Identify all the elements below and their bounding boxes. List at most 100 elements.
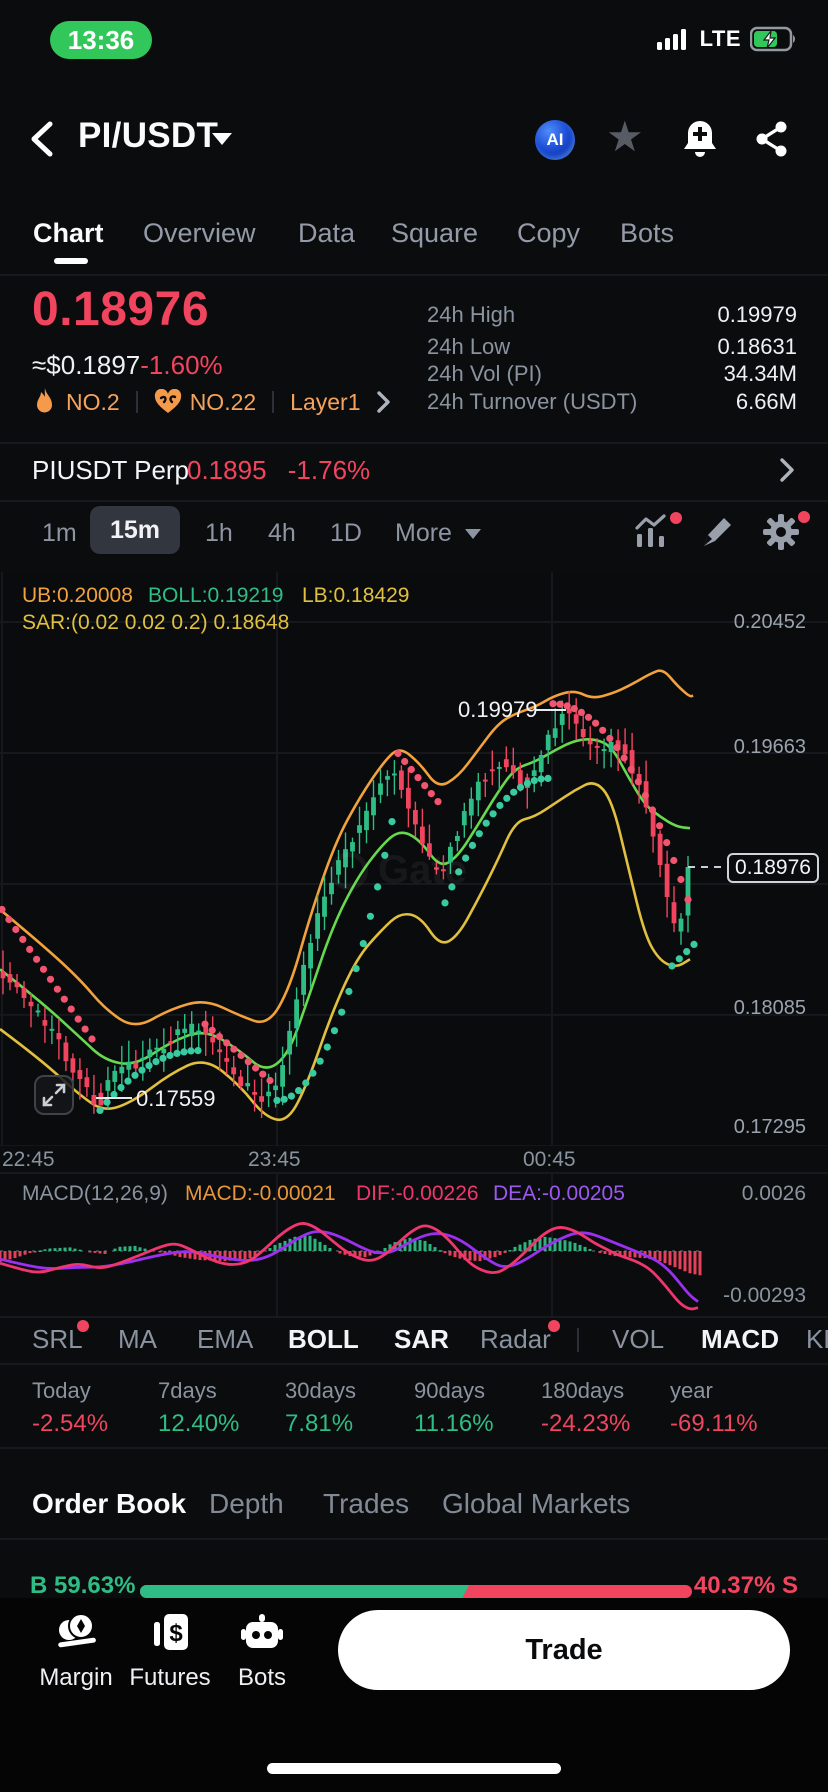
perf-value-180d: -24.23% bbox=[541, 1410, 631, 1437]
settings-notification-dot bbox=[798, 511, 810, 523]
macd-axis-top: 0.0026 bbox=[741, 1182, 806, 1205]
macd-value: MACD:-0.00021 bbox=[185, 1182, 336, 1205]
perp-price: 0.1895 bbox=[187, 455, 267, 485]
battery-charging-icon bbox=[750, 26, 795, 52]
hot-flame-icon bbox=[37, 388, 52, 413]
indicator-tab-ma[interactable]: MA bbox=[118, 1324, 157, 1355]
perf-value-today: -2.54% bbox=[32, 1410, 109, 1437]
tab-overview[interactable]: Overview bbox=[143, 218, 256, 249]
nav-bots[interactable]: Bots bbox=[217, 1612, 307, 1692]
buy-sell-ratio-bar bbox=[140, 1585, 692, 1598]
trades-tab[interactable]: Trades bbox=[323, 1488, 409, 1520]
stat-label: 24h Vol (PI) bbox=[427, 361, 542, 386]
orderbook-tab[interactable]: Order Book bbox=[32, 1488, 186, 1520]
expand-chart-button[interactable] bbox=[34, 1075, 74, 1115]
dea-value: DEA:-0.00205 bbox=[493, 1182, 625, 1205]
boll-mid-value: BOLL:0.19219 bbox=[148, 584, 284, 607]
buy-ratio-text: B 59.63% bbox=[30, 1572, 136, 1599]
status-right-cluster: LTE bbox=[656, 26, 798, 52]
chart-settings-gear-icon[interactable] bbox=[762, 513, 800, 551]
x-axis-time: 00:45 bbox=[523, 1148, 576, 1171]
margin-coins-icon bbox=[58, 1613, 96, 1648]
perf-value-7d: 12.40% bbox=[158, 1410, 240, 1437]
tf-4h[interactable]: 4h bbox=[268, 519, 296, 548]
tf-1m[interactable]: 1m bbox=[42, 519, 77, 548]
perp-contract-link[interactable]: PIUSDT Perp bbox=[32, 455, 189, 486]
price-sub-line: ≈$0.1897-1.60% bbox=[32, 350, 223, 381]
indicator-tab-radar[interactable]: Radar bbox=[480, 1324, 551, 1355]
global-markets-tab[interactable]: Global Markets bbox=[442, 1488, 630, 1520]
perp-change: -1.76% bbox=[287, 455, 371, 485]
perp-quote: 0.1895 -1.76% bbox=[187, 455, 370, 486]
usd-approx: ≈$0.1897 bbox=[32, 350, 141, 380]
like-heart-icon bbox=[154, 389, 181, 413]
macd-title[interactable]: MACD(12,26,9) bbox=[22, 1182, 168, 1206]
like-rank-label: NO.22 bbox=[189, 388, 257, 415]
y-axis-label: 0.17295 bbox=[733, 1116, 806, 1138]
change-24h: -1.60% bbox=[140, 350, 223, 380]
hot-rank-label: NO.2 bbox=[66, 388, 120, 415]
perf-label-7d: 7days bbox=[158, 1378, 217, 1403]
tf-1h[interactable]: 1h bbox=[205, 519, 233, 548]
macd-axis-bottom: -0.00293 bbox=[723, 1284, 806, 1307]
share-icon[interactable] bbox=[750, 117, 794, 161]
stat-value: 0.18631 bbox=[717, 334, 797, 359]
trade-button[interactable]: Trade bbox=[338, 1610, 790, 1690]
category-label: Layer1 bbox=[290, 388, 361, 415]
watermark-text: Gate bbox=[378, 848, 467, 892]
pair-dropdown-caret-icon[interactable] bbox=[212, 133, 232, 145]
perf-value-30d: 7.81% bbox=[285, 1410, 354, 1437]
more-caret-icon bbox=[464, 529, 481, 540]
badges-chevron-right-icon bbox=[376, 391, 390, 413]
stat-label: 24h High bbox=[427, 302, 516, 327]
back-button[interactable] bbox=[24, 118, 64, 160]
indicator-tab-sar[interactable]: SAR bbox=[394, 1324, 449, 1355]
tf-more-dropdown[interactable]: More bbox=[395, 519, 481, 548]
srl-dot bbox=[77, 1320, 89, 1332]
nav-label: Margin bbox=[39, 1664, 113, 1691]
nav-futures[interactable]: $ Futures bbox=[125, 1612, 215, 1692]
tab-bots[interactable]: Bots bbox=[620, 218, 674, 249]
indicators-icon[interactable] bbox=[634, 514, 672, 550]
x-axis-time: 22:45 bbox=[2, 1148, 55, 1171]
indicator-tab-vol[interactable]: VOL bbox=[612, 1324, 664, 1355]
stat-label: 24h Low bbox=[427, 334, 511, 359]
indicator-tab-boll[interactable]: BOLL bbox=[288, 1324, 359, 1355]
stat-row-low: 24h Low 0.18631 bbox=[427, 334, 797, 360]
tf-1d[interactable]: 1D bbox=[330, 519, 362, 548]
buy-ratio-fill bbox=[140, 1585, 469, 1598]
page-title-pair[interactable]: PI/USDT bbox=[78, 116, 218, 156]
boll-upper-value: UB:0.20008 bbox=[22, 584, 133, 607]
nav-margin[interactable]: Margin bbox=[31, 1612, 121, 1692]
tab-copy[interactable]: Copy bbox=[517, 218, 580, 249]
network-type-label: LTE bbox=[699, 26, 741, 51]
y-axis-label: 0.19663 bbox=[733, 736, 806, 758]
indicator-tab-macd[interactable]: MACD bbox=[701, 1324, 779, 1355]
rank-badges-row[interactable]: NO.2 NO.22 Layer1 bbox=[32, 388, 393, 416]
favorite-star-icon[interactable]: ★ bbox=[606, 112, 644, 161]
price-alert-bell-icon[interactable] bbox=[678, 117, 722, 161]
tab-square[interactable]: Square bbox=[391, 218, 478, 249]
status-time: 13:36 bbox=[67, 24, 135, 55]
perp-chevron-right-icon[interactable] bbox=[776, 457, 798, 483]
indicator-tab-ema[interactable]: EMA bbox=[197, 1324, 253, 1355]
tab-data[interactable]: Data bbox=[298, 218, 355, 249]
boll-lower-value: LB:0.18429 bbox=[302, 584, 410, 607]
stat-row-vol: 24h Vol (PI) 34.34M bbox=[427, 361, 797, 387]
last-price-tag: 0.18976 bbox=[727, 853, 819, 883]
top-tab-bar: Chart Overview Data Square Copy Bots bbox=[0, 218, 828, 258]
depth-tab[interactable]: Depth bbox=[209, 1488, 284, 1520]
tf-15m-active[interactable]: 15m bbox=[90, 506, 180, 554]
bots-robot-icon bbox=[241, 1614, 283, 1648]
indicator-tab-srl[interactable]: SRL bbox=[32, 1324, 83, 1355]
draw-pencil-icon[interactable] bbox=[700, 514, 736, 550]
ai-assistant-button[interactable]: AI bbox=[535, 120, 575, 160]
nav-label: Bots bbox=[237, 1664, 287, 1691]
sell-ratio-text: 40.37% S bbox=[693, 1572, 798, 1599]
perf-label-180d: 180days bbox=[541, 1378, 625, 1403]
perf-label-30d: 30days bbox=[285, 1378, 356, 1403]
indicators-notification-dot bbox=[670, 512, 682, 524]
tab-chart[interactable]: Chart bbox=[33, 218, 104, 249]
home-indicator[interactable] bbox=[267, 1763, 561, 1774]
indicator-tab-kd[interactable]: KD bbox=[806, 1324, 828, 1355]
